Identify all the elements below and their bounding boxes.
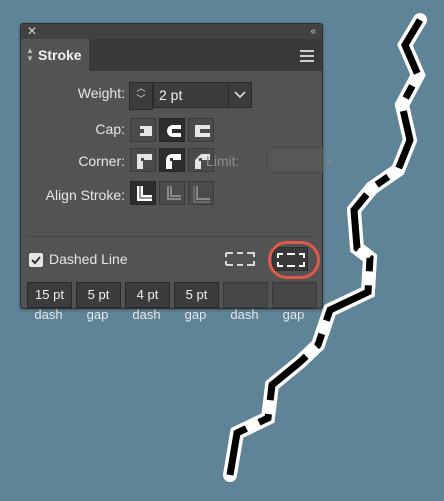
- chevron-up-icon[interactable]: ︿: [130, 83, 152, 94]
- dash-field-3[interactable]: [223, 282, 268, 308]
- gap-field-1[interactable]: 5 pt: [76, 282, 121, 308]
- dashed-line-checkbox[interactable]: [29, 253, 43, 267]
- checkmark-icon: [31, 256, 41, 265]
- weight-stepper[interactable]: ︿ ﹀: [129, 82, 153, 110]
- gap-caption: gap: [282, 307, 305, 322]
- round-cap-button[interactable]: [159, 118, 185, 142]
- highlight-ring: [268, 241, 320, 279]
- tab-stroke[interactable]: ▲ ▼ Stroke: [21, 39, 89, 71]
- round-join-button[interactable]: [159, 148, 185, 172]
- preserve-exact-dash-button[interactable]: [221, 247, 257, 271]
- miter-join-icon: [137, 154, 152, 169]
- dash-caption: dash: [132, 307, 161, 322]
- dash-field-1[interactable]: 15 pt: [27, 282, 72, 308]
- align-outside-button[interactable]: [188, 181, 214, 205]
- align-center-icon: [137, 186, 152, 201]
- projecting-cap-button[interactable]: [188, 118, 214, 142]
- limit-suffix: x: [326, 155, 332, 167]
- stroke-panel: ✕ « ▲ ▼ Stroke Weight: ︿ ﹀ 2 pt Cap: Corn…: [20, 23, 332, 322]
- dash-caption: dash: [34, 307, 63, 322]
- gap-caption: gap: [184, 307, 207, 322]
- align-stroke-label: Align Stroke:: [45, 187, 125, 203]
- dash-caption: dash: [230, 307, 259, 322]
- gap-field-3[interactable]: [272, 282, 317, 308]
- cap-label: Cap:: [95, 121, 125, 137]
- corner-label: Corner:: [78, 153, 125, 169]
- align-outside-icon: [193, 186, 210, 203]
- align-inside-icon: [167, 186, 181, 200]
- align-center-button[interactable]: [130, 181, 156, 205]
- double-chevron-icon[interactable]: «: [310, 24, 316, 39]
- weight-dropdown-button[interactable]: [228, 82, 252, 108]
- butt-cap-icon: [138, 126, 152, 136]
- close-icon[interactable]: ✕: [27, 24, 37, 39]
- limit-input[interactable]: [267, 147, 323, 173]
- align-inside-button[interactable]: [159, 181, 185, 205]
- chevron-down-icon[interactable]: ﹀: [130, 94, 152, 105]
- tab-options-arrows-icon[interactable]: ▲ ▼: [26, 47, 34, 63]
- round-join-icon: [166, 154, 181, 169]
- limit-label: Limit:: [206, 153, 240, 169]
- butt-cap-button[interactable]: [130, 118, 156, 142]
- dashed-line-label: Dashed Line: [49, 251, 128, 267]
- dash-field-2[interactable]: 4 pt: [125, 282, 170, 308]
- weight-input[interactable]: 2 pt: [153, 82, 230, 108]
- gap-caption: gap: [86, 307, 109, 322]
- panel-menu-icon[interactable]: [300, 50, 314, 65]
- miter-join-button[interactable]: [130, 148, 156, 172]
- preserve-dash-icon: [225, 252, 255, 266]
- chevron-down-icon: [234, 91, 246, 99]
- section-divider: [27, 236, 316, 237]
- tab-label: Stroke: [38, 47, 82, 63]
- gap-field-2[interactable]: 5 pt: [174, 282, 219, 308]
- weight-label: Weight:: [77, 85, 125, 101]
- projecting-cap-icon: [195, 125, 210, 137]
- panel-title-bar[interactable]: ✕ «: [21, 24, 322, 39]
- round-cap-icon: [167, 125, 181, 137]
- panel-tab-bar: ▲ ▼ Stroke: [21, 39, 322, 71]
